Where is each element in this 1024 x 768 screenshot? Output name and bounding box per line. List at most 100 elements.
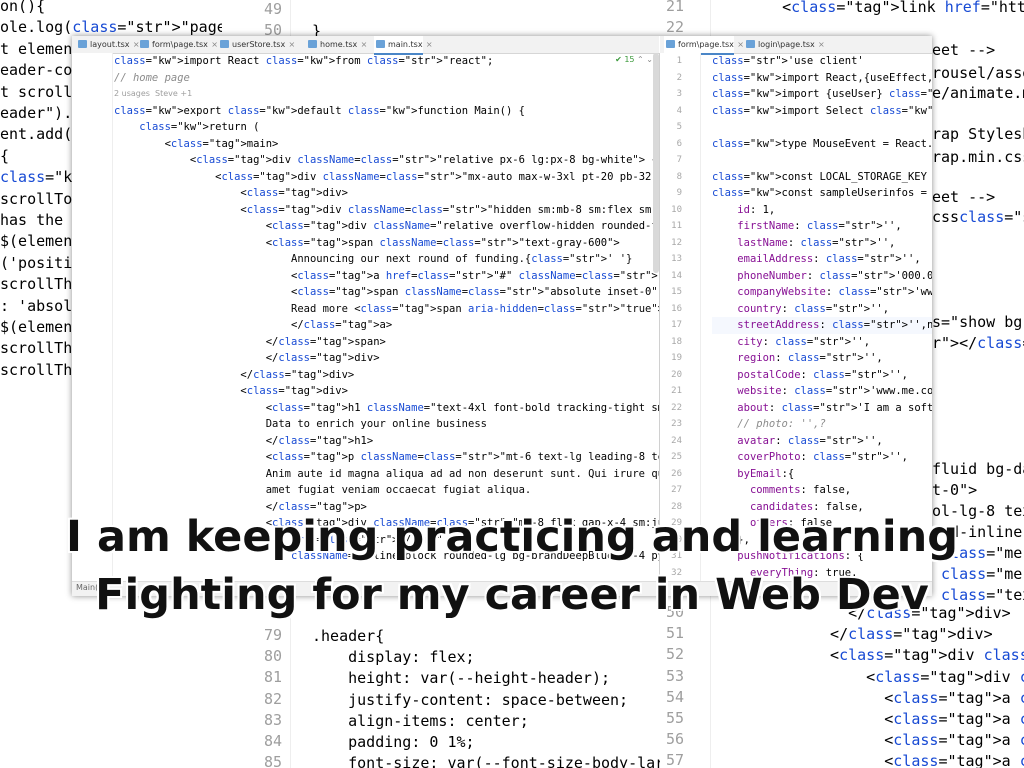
code-line: region: class="str">'', [737,352,883,364]
editor-tab[interactable]: userStore.tsx × [218,36,295,53]
editor-tab[interactable]: home.tsx × [306,36,367,53]
code-line: avatar: class="str">'', [737,434,883,447]
line-number: 21 [665,0,684,15]
code-line: emailAddress: class="str">'', [737,253,921,265]
code-line: firstName: class="str">'', [737,220,902,232]
code-line: : 'absolu [0,296,82,315]
code-line: $(element [0,232,82,251]
code-line: class="str">'use client' [712,55,864,67]
code-line: eader").c [0,104,82,122]
code-line: t element [0,39,82,58]
tab-label: home.tsx [320,40,358,49]
close-icon[interactable]: × [818,36,825,53]
code-line: align-items: center; [312,711,529,730]
close-icon[interactable]: × [288,36,295,53]
code-line: </class="tag">div> [114,352,380,364]
code-line: 2 usages Steve +1 [114,89,193,98]
code-line: font-size: var(--font-size-body-lar [312,754,660,768]
left-code-pane[interactable]: ✔ 15 ⌃ ⌄ class="kw">import React class="… [72,53,659,582]
line-number: 15 [671,287,682,297]
code-line: scrollThr [0,360,82,379]
chevron-up-icon[interactable]: ⌃ [637,55,644,64]
left-tab-bar: layout.tsx × form\page.tsx × userStore.tsx × h… [72,36,659,55]
code-line: eader-con [0,61,82,80]
tsx-file-icon [746,40,755,48]
chevron-down-icon[interactable]: ⌄ [646,55,653,64]
code-line: <class="tag">div className=class="str">"… [114,203,659,216]
code-line: <class="tag">a class="btn btn [812,688,1024,707]
editor-tab[interactable]: login\page.tsx × [744,36,825,53]
code-line: class="kw">const LOCAL_STORAGE_KEY = 'we… [712,170,927,183]
line-number: 82 [263,689,282,708]
line-number: 4 [676,105,682,116]
line-number: 16 [671,303,682,314]
check-icon: ✔ [615,55,622,64]
code-line: // photo: '',? [712,418,826,430]
code-line: t-0"> [932,481,978,499]
code-line: amet fugiat veniam occaecat fugiat aliqu… [114,484,532,496]
tab-label: form\page.tsx [678,40,734,49]
code-line: on(){ [0,0,46,15]
code-line: scrollThr [0,339,82,358]
close-icon[interactable]: × [211,36,218,53]
code-line: eet --> [932,188,996,206]
tsx-file-icon [220,40,229,48]
code-line: </class="tag">div> [114,368,355,381]
code-line: $(element [0,318,82,336]
line-number: 80 [263,647,282,666]
code-line: </class="tag">a> [114,319,393,331]
line-number: 81 [263,668,282,687]
code-line: s="show bg- [932,313,1024,331]
code-line: Announcing our next round of funding.{cl… [114,253,633,265]
line-number: 1 [676,56,682,66]
code-line: <class="tag">h1 className="text-4xl font… [114,401,659,414]
tsx-file-icon [78,40,87,48]
code-line: website: class="str">'www.me.com', [737,385,932,397]
editor-tab[interactable]: layout.tsx × [76,36,140,53]
code-line: lastName: class="str">'', [737,236,896,249]
code-line: justify-content: space-between; [312,690,629,709]
line-number: 57 [665,751,684,768]
line-number: 13 [671,254,682,264]
code-line: scrollThr [0,275,82,294]
code-line: class="kw">const sampleUserinfos = { [712,187,932,199]
right-code-pane[interactable]: 1 class="str">'use client' 2 class="kw">imp… [660,53,932,582]
editor-tab[interactable]: form\page.tsx × [138,36,218,53]
code-line: <class="tag">p className=class="str">"mt… [114,451,659,463]
inspection-widget[interactable]: ✔ 15 ⌃ ⌄ [615,55,653,64]
code-line: <class="tag">link href="https://cdn.jsde… [746,0,1024,16]
right-tab-bar: form\page.tsx × login\page.tsx × [660,36,932,55]
caption-line-1: I am keeping practicing and learning [65,512,959,562]
code-line: class="kw">import {useUser} class="kw">f… [712,88,932,100]
line-number: 2 [676,72,682,83]
code-line: .header{ [312,627,385,645]
line-number: 51 [665,624,684,643]
code-line: fluid bg-da [932,460,1024,478]
close-icon[interactable]: × [361,36,368,53]
code-line: coverPhoto: class="str">'', [737,451,908,463]
line-number: 22 [665,18,684,36]
line-number: 21 [671,386,682,396]
code-line: comments: false, [749,484,852,496]
line-number: 17 [671,320,682,330]
tab-label: userStore.tsx [232,40,286,49]
line-number: 22 [671,402,682,413]
code-line: country: class="str">'', [737,302,890,315]
close-icon[interactable]: × [737,36,744,53]
close-icon[interactable]: × [426,36,433,53]
code-line: ent.add(w [0,125,82,144]
line-number: 6 [676,138,682,149]
code-line: Read more <class="tag">span aria-hidden=… [114,302,659,315]
line-number: 20 [671,369,682,380]
tsx-file-icon [666,40,675,48]
code-line: <class="tag">a class="btn btn [812,710,1024,728]
line-number: 12 [671,237,682,248]
line-number: 27 [671,485,682,495]
scrollbar-thumb[interactable] [653,53,659,273]
tab-label: form\page.tsx [152,40,208,49]
code-line: r"></class="tag">div> [932,334,1024,352]
code-line: rap Styleshe [932,125,1024,143]
code-line: t scrollT [0,82,82,101]
code-line: cssclass="str">" rel="s [932,208,1024,226]
line-number: 55 [665,709,684,727]
